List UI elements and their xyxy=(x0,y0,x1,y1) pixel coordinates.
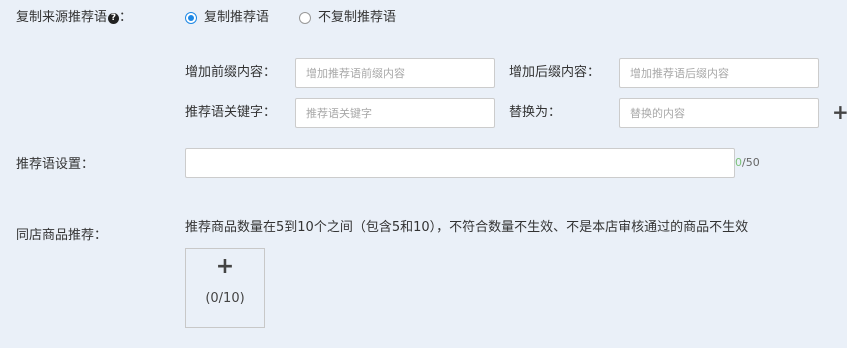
char-counter: 0/50 xyxy=(735,156,760,169)
replace-label: 替换为： xyxy=(509,105,562,120)
copy-source-label-text: 复制来源推荐语 xyxy=(16,10,108,25)
char-counter-current: 0 xyxy=(735,156,742,169)
add-product-plus-icon: + xyxy=(215,254,235,279)
add-rule-icon[interactable]: + xyxy=(832,102,847,122)
keyword-input[interactable] xyxy=(295,98,495,128)
keyword-label: 推荐语关键字： xyxy=(185,105,277,120)
replace-input[interactable] xyxy=(619,98,819,128)
add-product-button[interactable]: + (0/10) xyxy=(185,248,265,328)
radio-copy-label[interactable]: 复制推荐语 xyxy=(204,9,269,27)
add-product-count: (0/10) xyxy=(205,291,245,306)
same-store-hint: 推荐商品数量在5到10个之间（包含5和10），不符合数量不生效、不是本店审核通过… xyxy=(185,220,749,235)
recommend-setting-input[interactable] xyxy=(185,148,735,178)
copy-source-colon: ： xyxy=(119,10,133,25)
prefix-label: 增加前缀内容： xyxy=(185,65,277,80)
same-store-label: 同店商品推荐： xyxy=(16,228,108,243)
radio-no-copy-label[interactable]: 不复制推荐语 xyxy=(318,9,396,27)
suffix-label: 增加后缀内容： xyxy=(509,65,601,80)
prefix-input[interactable] xyxy=(295,58,495,88)
radio-copy[interactable] xyxy=(185,12,197,24)
char-counter-max: /50 xyxy=(742,156,760,169)
help-icon[interactable]: ? xyxy=(108,13,120,24)
radio-no-copy[interactable] xyxy=(299,12,311,24)
recommend-setting-label: 推荐语设置： xyxy=(16,157,95,172)
suffix-input[interactable] xyxy=(619,58,819,88)
copy-source-label: 复制来源推荐语?： xyxy=(16,9,132,27)
